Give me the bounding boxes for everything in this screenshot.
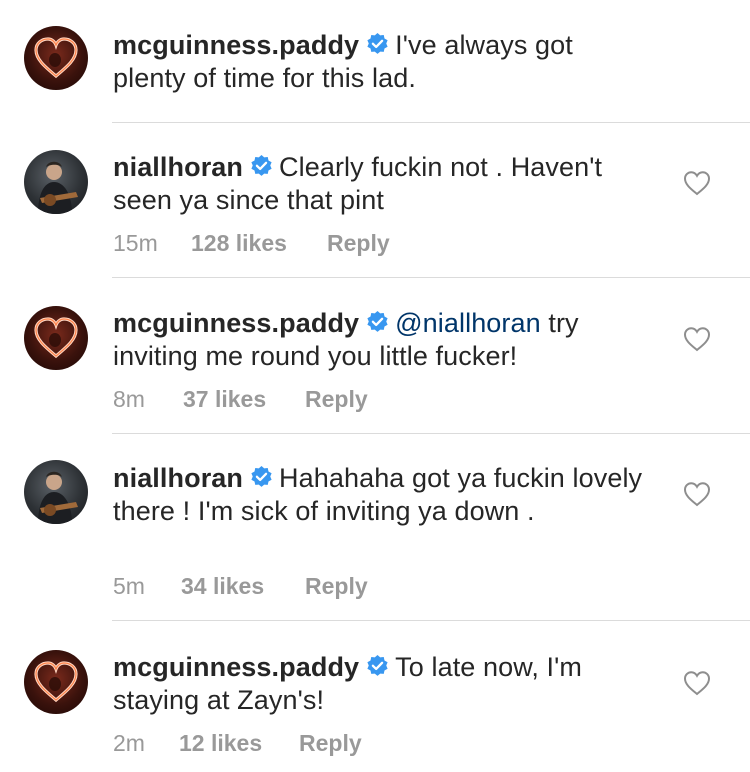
avatar[interactable] — [24, 650, 88, 714]
avatar[interactable] — [24, 150, 88, 214]
divider — [112, 620, 750, 621]
comment-time: 5m — [113, 573, 145, 599]
mention-link[interactable]: @niallhoran — [395, 308, 541, 338]
verified-badge-icon — [367, 33, 388, 54]
reply-button[interactable]: Reply — [305, 573, 368, 600]
divider — [112, 122, 750, 123]
likes-count[interactable]: 37 likes — [183, 386, 305, 413]
like-heart-icon[interactable] — [683, 170, 711, 196]
comment-time: 8m — [113, 386, 145, 412]
divider — [112, 433, 750, 434]
heart-neon-avatar-icon — [34, 317, 78, 359]
guitar-avatar-icon — [38, 471, 78, 524]
guitar-avatar-icon — [38, 161, 78, 214]
comment-time: 15m — [113, 230, 158, 256]
comment-meta: 15m 128 likes Reply — [113, 230, 390, 257]
username-link[interactable]: niallhoran — [113, 463, 243, 493]
reply-button[interactable]: Reply — [299, 730, 362, 757]
like-heart-icon[interactable] — [683, 326, 711, 352]
comment-meta: 5m 34 likes Reply — [113, 573, 368, 600]
avatar[interactable] — [24, 460, 88, 524]
divider — [112, 277, 750, 278]
like-heart-icon[interactable] — [683, 670, 711, 696]
comment-text: mcguinness.paddy I've always got plenty o… — [113, 29, 643, 95]
verified-badge-icon — [367, 311, 388, 332]
comment-text: niallhoran Clearly fuckin not . Haven't s… — [113, 151, 643, 217]
verified-badge-icon — [367, 655, 388, 676]
reply-button[interactable]: Reply — [305, 386, 368, 413]
heart-neon-avatar-icon — [34, 661, 78, 703]
username-link[interactable]: mcguinness.paddy — [113, 308, 359, 338]
comment-meta: 8m 37 likes Reply — [113, 386, 368, 413]
avatar[interactable] — [24, 306, 88, 370]
verified-badge-icon — [251, 466, 272, 487]
comment-text: mcguinness.paddy @niallhoran try inviting… — [113, 307, 643, 373]
comment-text: mcguinness.paddy To late now, I'm staying… — [113, 651, 643, 717]
heart-neon-avatar-icon — [34, 37, 78, 79]
username-link[interactable]: mcguinness.paddy — [113, 30, 359, 60]
verified-badge-icon — [251, 155, 272, 176]
likes-count[interactable]: 34 likes — [181, 573, 305, 600]
username-link[interactable]: niallhoran — [113, 152, 243, 182]
username-link[interactable]: mcguinness.paddy — [113, 652, 359, 682]
comment-meta: 2m 12 likes Reply — [113, 730, 362, 757]
comment-time: 2m — [113, 730, 145, 756]
avatar[interactable] — [24, 26, 88, 90]
likes-count[interactable]: 128 likes — [191, 230, 327, 257]
like-heart-icon[interactable] — [683, 481, 711, 507]
likes-count[interactable]: 12 likes — [179, 730, 299, 757]
reply-button[interactable]: Reply — [327, 230, 390, 257]
comment-text: niallhoran Hahahaha got ya fuckin lovely … — [113, 462, 643, 528]
